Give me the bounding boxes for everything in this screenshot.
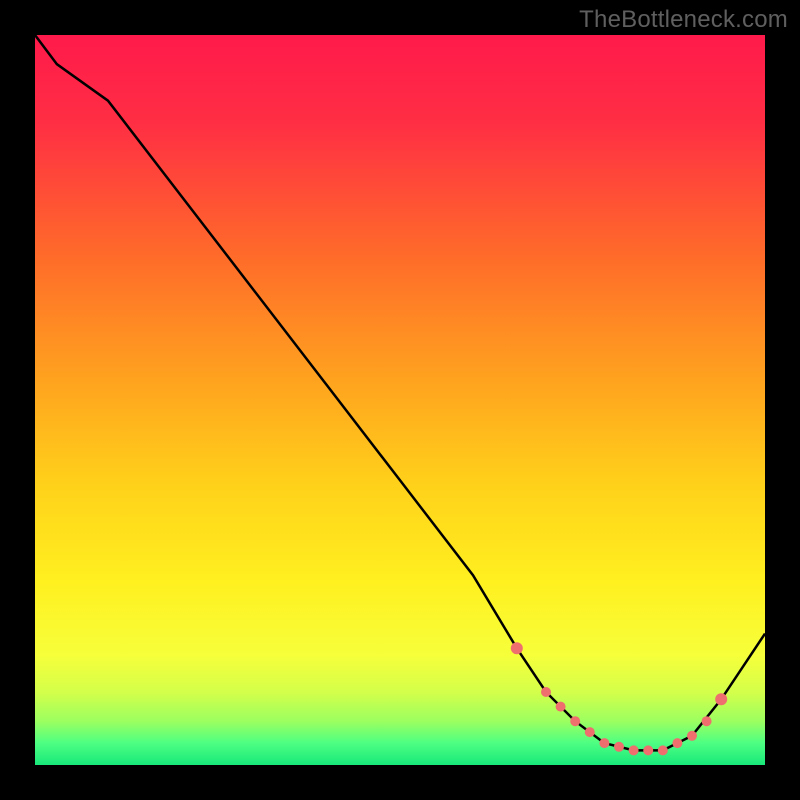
marker-point — [672, 738, 682, 748]
marker-point — [715, 693, 727, 705]
watermark-text: TheBottleneck.com — [579, 6, 788, 34]
marker-point — [599, 738, 609, 748]
marker-point — [658, 745, 668, 755]
marker-point — [556, 702, 566, 712]
marker-point — [687, 731, 697, 741]
gradient-background — [35, 35, 765, 765]
marker-point — [511, 642, 523, 654]
chart-frame: TheBottleneck.com — [0, 0, 800, 800]
marker-point — [614, 742, 624, 752]
marker-point — [541, 687, 551, 697]
marker-point — [643, 745, 653, 755]
marker-point — [570, 716, 580, 726]
marker-point — [585, 727, 595, 737]
marker-point — [702, 716, 712, 726]
plot-area — [35, 35, 765, 765]
chart-svg — [35, 35, 765, 765]
marker-point — [629, 745, 639, 755]
